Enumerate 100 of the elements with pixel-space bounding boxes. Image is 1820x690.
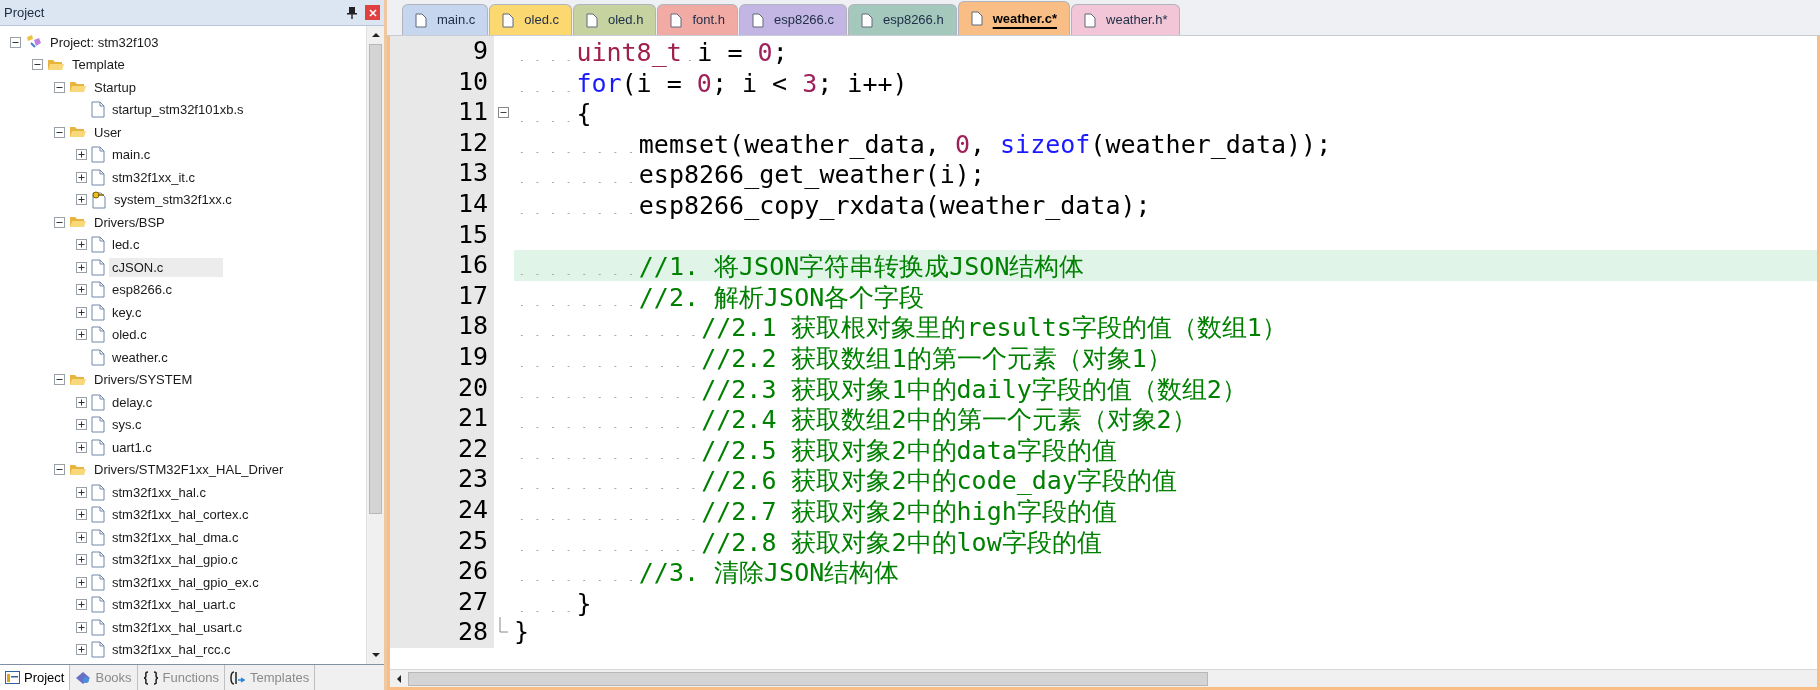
file-icon — [91, 146, 105, 164]
tree-item[interactable]: Startup — [91, 77, 139, 97]
line-number: 23 — [390, 464, 494, 495]
file-icon — [91, 393, 105, 411]
code-line: //2.8 获取对象2中的low字段的值 — [514, 525, 1817, 557]
line-number: 15 — [390, 219, 494, 251]
tree-item[interactable]: stm32f1xx_hal_gpio_ex.c — [109, 572, 262, 592]
file-tab[interactable]: weather.h* — [1071, 4, 1181, 35]
tree-item[interactable]: stm32f1xx_hal_rcc.c — [109, 640, 234, 660]
project-tab-icon — [5, 671, 20, 684]
tree-item[interactable]: uart1.c — [109, 437, 155, 457]
expand-icon[interactable] — [76, 531, 87, 543]
file-icon — [1084, 12, 1096, 28]
close-button[interactable] — [365, 5, 380, 20]
tree-item[interactable]: stm32f1xx_hal_cortex.c — [109, 505, 252, 525]
tree-item[interactable]: system_stm32f1xx.c — [111, 190, 235, 210]
expand-icon[interactable] — [76, 149, 87, 161]
collapse-icon[interactable] — [32, 59, 43, 71]
tree-item[interactable]: Template — [69, 55, 128, 75]
expand-icon[interactable] — [76, 396, 87, 408]
collapse-icon[interactable] — [54, 374, 65, 386]
tree-item[interactable]: main.c — [109, 145, 154, 165]
code-line: //2.3 获取对象1中的daily字段的值（数组2） — [514, 372, 1817, 404]
code-line: esp8266_copy_rxdata(weather_data); — [514, 188, 1817, 220]
folder-icon — [69, 80, 87, 95]
tree-item[interactable]: esp8266.c — [109, 280, 175, 300]
tree-item[interactable]: Drivers/STM32F1xx_HAL_Driver — [91, 460, 287, 480]
tree-item[interactable]: Drivers/BSP — [91, 212, 168, 232]
collapse-icon[interactable] — [10, 36, 21, 48]
collapse-icon[interactable] — [54, 464, 65, 476]
code-line: //2.4 获取数组2中的第一个元素（对象2） — [514, 403, 1817, 434]
file-icon — [91, 101, 105, 119]
fold-icon[interactable] — [497, 107, 509, 118]
code-line: } — [514, 586, 1817, 618]
file-icon — [91, 438, 105, 456]
folder-icon — [69, 125, 87, 140]
line-number: 17 — [390, 280, 494, 312]
expand-icon[interactable] — [76, 644, 87, 656]
file-tab[interactable]: esp8266.c — [738, 4, 847, 35]
expand-icon[interactable] — [76, 284, 87, 296]
file-icon — [586, 12, 598, 28]
expand-icon[interactable] — [76, 576, 87, 588]
tree-item[interactable]: Drivers/SYSTEM — [91, 370, 196, 390]
panel-tab[interactable]: Project — [0, 665, 71, 690]
code-line: } — [514, 617, 531, 648]
line-number: 21 — [390, 403, 494, 434]
template-icon — [230, 670, 246, 685]
expand-icon[interactable] — [76, 419, 87, 431]
file-icon — [91, 348, 105, 366]
file-icon — [415, 12, 427, 28]
tree-item[interactable]: User — [91, 122, 125, 142]
line-number: 9 — [390, 36, 494, 67]
expand-icon[interactable] — [76, 261, 87, 273]
expand-icon[interactable] — [76, 441, 87, 453]
tree-item[interactable]: stm32f1xx_hal_uart.c — [109, 595, 239, 615]
tree-item[interactable]: weather.c — [109, 347, 171, 367]
file-tab[interactable]: esp8266.h — [847, 4, 957, 35]
tree-item[interactable]: stm32f1xx_hal_dma.c — [109, 527, 242, 547]
expand-icon[interactable] — [76, 486, 87, 498]
expand-icon[interactable] — [76, 239, 87, 251]
tree-item[interactable]: Project: stm32f103 — [47, 32, 162, 52]
collapse-icon[interactable] — [54, 126, 65, 138]
tree-item[interactable]: led.c — [109, 235, 143, 255]
file-tab[interactable]: oled.c — [489, 4, 572, 35]
expand-icon[interactable] — [76, 621, 87, 633]
expand-icon[interactable] — [76, 509, 87, 521]
expand-icon[interactable] — [76, 194, 87, 206]
expand-icon[interactable] — [76, 329, 87, 341]
horizontal-scrollbar[interactable] — [390, 669, 1817, 687]
tree-item[interactable]: stm32f1xx_hal.c — [109, 482, 209, 502]
fold-end-icon — [498, 617, 508, 634]
tree-item[interactable]: stm32f1xx_it.c — [109, 167, 199, 187]
tree-item[interactable]: stm32f1xx_hal_usart.c — [109, 617, 246, 637]
expand-icon[interactable] — [76, 554, 87, 566]
tree-item[interactable]: cJSON.c — [109, 257, 224, 277]
collapse-icon[interactable] — [54, 81, 65, 93]
line-number: 13 — [390, 158, 494, 189]
file-tab[interactable]: weather.c* — [957, 1, 1070, 35]
tree-item[interactable]: key.c — [109, 302, 145, 322]
collapse-icon[interactable] — [54, 216, 65, 228]
expand-icon[interactable] — [76, 306, 87, 318]
expand-icon[interactable] — [76, 599, 87, 611]
line-number: 16 — [390, 250, 494, 281]
file-icon — [91, 236, 105, 254]
vertical-scrollbar[interactable] — [366, 26, 384, 664]
tree-item[interactable]: sys.c — [109, 415, 145, 435]
file-tab[interactable]: font.h — [657, 4, 738, 35]
line-number: 20 — [390, 372, 494, 404]
code-line: memset(weather_data, 0, sizeof(weather_data)); — [514, 127, 1817, 159]
file-tab[interactable]: main.c — [402, 4, 489, 35]
file-tab[interactable]: oled.h — [573, 4, 657, 35]
file-icon — [91, 573, 105, 591]
pin-icon[interactable] — [347, 6, 357, 19]
line-number: 27 — [390, 586, 494, 618]
expand-icon[interactable] — [76, 171, 87, 183]
code-line: { — [514, 97, 1817, 128]
tree-item[interactable]: startup_stm32f101xb.s — [109, 100, 247, 120]
tree-item[interactable]: delay.c — [109, 392, 156, 412]
tree-item[interactable]: oled.c — [109, 325, 150, 345]
tree-item[interactable]: stm32f1xx_hal_gpio.c — [109, 550, 241, 570]
